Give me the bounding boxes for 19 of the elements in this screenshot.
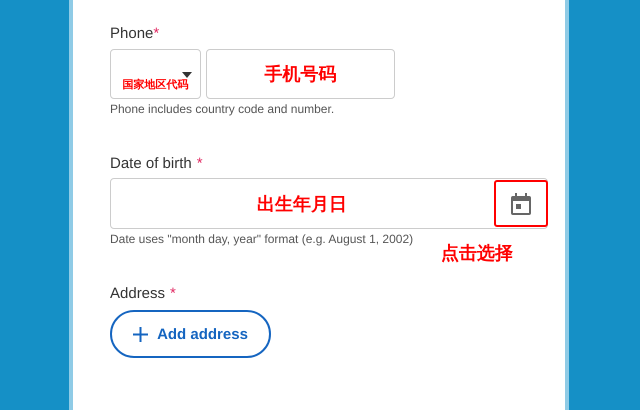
field-label: Date of birth — [110, 155, 192, 172]
help-text: Date uses "month day, year" format (e.g. August 1, 2002) — [110, 232, 414, 246]
required-mark: * — [153, 25, 160, 42]
caret-icon — [182, 72, 192, 78]
calendar-icon[interactable] — [511, 192, 531, 214]
plus-icon — [133, 326, 148, 342]
required-mark: * — [196, 155, 203, 172]
date-field[interactable]: 出生年月日 — [110, 178, 548, 229]
add-address-button[interactable]: Add address — [110, 310, 271, 358]
field-label: Phone — [110, 25, 154, 42]
country-code-dropdown[interactable]: 国家地区代码 — [110, 49, 201, 99]
annotation-text: 点击选择 — [441, 242, 514, 265]
required-mark: * — [170, 285, 176, 302]
field-label: Address — [110, 285, 166, 302]
help-text: Phone includes country code and number. — [110, 102, 334, 116]
annotation-text: 出生年月日 — [257, 192, 347, 216]
annotation-text: 手机号码 — [264, 63, 336, 86]
phone-number-field[interactable]: 手机号码 — [206, 49, 395, 99]
annotation-text: 国家地区代码 — [122, 78, 188, 92]
